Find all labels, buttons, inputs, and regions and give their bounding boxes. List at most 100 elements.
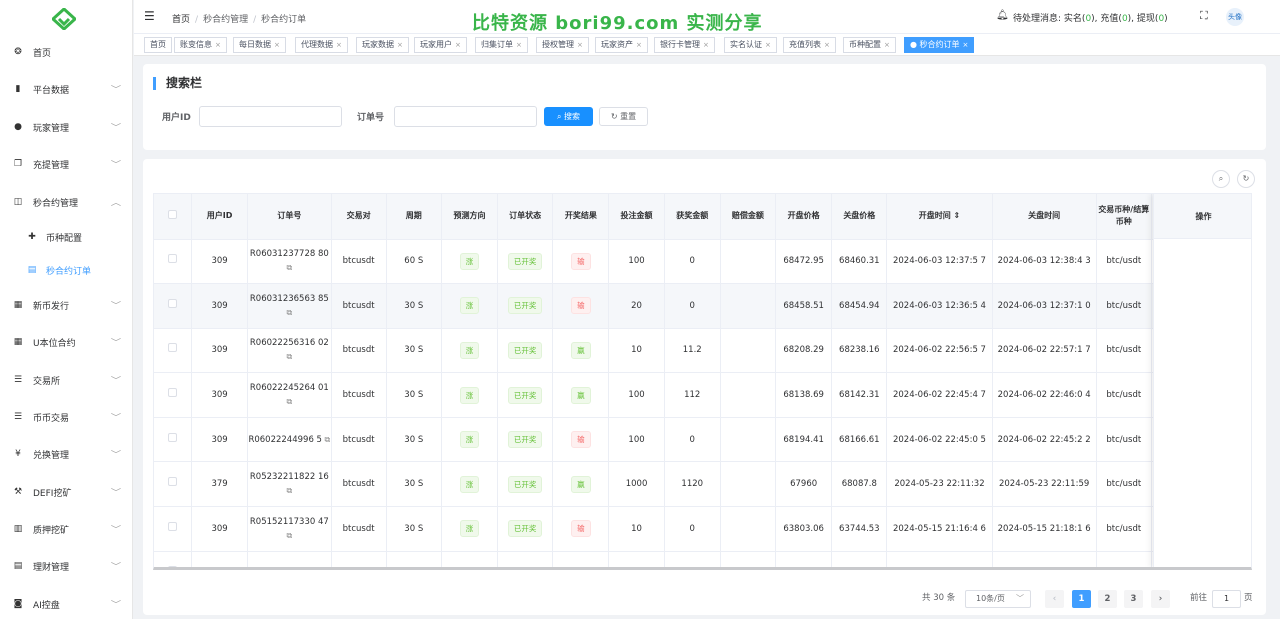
sidebar-item-10[interactable]: ☰ 币币交易 ﹀ bbox=[0, 403, 133, 431]
page-button-3[interactable]: 3 bbox=[1124, 590, 1143, 608]
tab-12[interactable]: 币种配置 × bbox=[843, 37, 896, 53]
column-header[interactable]: 开盘时间 ⇕ bbox=[886, 194, 993, 240]
copy-icon[interactable]: ⧉ bbox=[286, 486, 292, 495]
tab-6[interactable]: 归集订单 × bbox=[475, 37, 528, 53]
sidebar-item-14[interactable]: ▤ 理财管理 ﹀ bbox=[0, 552, 133, 580]
copy-icon[interactable]: ⧉ bbox=[286, 352, 292, 361]
notice-realname[interactable]: 实名(0), bbox=[1064, 14, 1098, 24]
goto-page-input[interactable]: 1 bbox=[1212, 590, 1241, 608]
sidebar-item-13[interactable]: ▥ 质押挖矿 ﹀ bbox=[0, 515, 133, 543]
notice-recharge[interactable]: 充值(0), bbox=[1100, 14, 1134, 24]
sidebar-item-2[interactable]: ● 玩家管理 ﹀ bbox=[0, 113, 133, 141]
close-icon[interactable]: × bbox=[215, 41, 221, 49]
tab-4[interactable]: 玩家数据 × bbox=[356, 37, 409, 53]
table-row[interactable]: 309 R06031237728 80 ⧉ btcusdt 60 S 涨已开奖输 100 0… bbox=[154, 239, 1251, 285]
tab-11[interactable]: 充值列表 × bbox=[783, 37, 836, 53]
row-checkbox[interactable] bbox=[167, 432, 177, 442]
table-row[interactable]: 379 R05232211822 16 ⧉ btcusdt 30 S 涨已开奖赢 1000… bbox=[154, 461, 1251, 508]
tab-0[interactable]: 首页 bbox=[144, 37, 172, 53]
row-checkbox[interactable] bbox=[167, 477, 177, 487]
cell-period: 30 S bbox=[386, 283, 442, 329]
robot-icon: ◙ bbox=[13, 599, 23, 609]
tab-10[interactable]: 实名认证 × bbox=[724, 37, 777, 53]
prev-page-button[interactable]: ‹ bbox=[1045, 590, 1064, 608]
sidebar-item-4[interactable]: ◫ 秒合约管理 ︿ bbox=[0, 188, 133, 216]
tab-7[interactable]: 授权管理 × bbox=[536, 37, 589, 53]
page-button-2[interactable]: 2 bbox=[1098, 590, 1117, 608]
sidebar-item-11[interactable]: ¥ 兑换管理 ﹀ bbox=[0, 440, 133, 468]
row-checkbox[interactable] bbox=[167, 566, 177, 567]
user-id-input[interactable] bbox=[199, 106, 342, 127]
sidebar-item-15[interactable]: ◙ AI控盘 ﹀ bbox=[0, 590, 133, 618]
close-icon[interactable]: × bbox=[455, 41, 461, 49]
sidebar-item-0[interactable]: ❂ 首页 bbox=[0, 38, 133, 66]
sidebar-item-9[interactable]: ☰ 交易所 ﹀ bbox=[0, 366, 133, 394]
table-row[interactable]: R05152117557 2024-05-15 21:16:02024-05-15… bbox=[154, 551, 1251, 567]
bell-icon[interactable]: 🔔︎ bbox=[996, 10, 1009, 21]
sidebar-item-1[interactable]: ▮ 平台数据 ﹀ bbox=[0, 75, 133, 103]
table-row[interactable]: 309 R06031236563 85 ⧉ btcusdt 30 S 涨已开奖输 20 0 6… bbox=[154, 283, 1251, 329]
cell-uid: 309 bbox=[191, 372, 249, 418]
tab-13[interactable]: ● 秒合约订单 × bbox=[904, 37, 975, 53]
breadcrumb-item[interactable]: 首页 bbox=[172, 15, 190, 25]
column-header bbox=[154, 194, 192, 240]
close-icon[interactable]: × bbox=[765, 41, 771, 49]
close-icon[interactable]: × bbox=[397, 41, 403, 49]
sidebar-item-3[interactable]: ❐ 充提管理 ﹀ bbox=[0, 150, 133, 178]
table-row[interactable]: 309 R06022256316 02 ⧉ btcusdt 30 S 涨已开奖赢 10 11… bbox=[154, 328, 1251, 374]
toggle-search-button[interactable]: ⌕ bbox=[1212, 170, 1230, 188]
select-all-checkbox[interactable] bbox=[167, 209, 177, 219]
close-icon[interactable]: × bbox=[516, 41, 522, 49]
close-icon[interactable]: × bbox=[577, 41, 583, 49]
avatar[interactable]: 头像 bbox=[1226, 8, 1244, 26]
cell-status: 已开奖 bbox=[497, 372, 554, 418]
close-icon[interactable]: × bbox=[884, 41, 890, 49]
breadcrumb-item[interactable]: 秒合约管理 bbox=[203, 15, 248, 25]
order-no-input[interactable] bbox=[394, 106, 537, 127]
menu-toggle-icon[interactable]: ☰ bbox=[144, 10, 155, 22]
copy-icon[interactable]: ⧉ bbox=[286, 263, 292, 272]
sidebar-item-8[interactable]: ▦ U本位合约 ﹀ bbox=[0, 328, 133, 356]
fullscreen-icon[interactable]: ⛶ bbox=[1200, 9, 1208, 23]
table-row[interactable]: 309 R06022245264 01 ⧉ btcusdt 30 S 涨已开奖赢 100 1… bbox=[154, 372, 1251, 418]
tab-9[interactable]: 银行卡管理 × bbox=[654, 37, 715, 53]
search-button[interactable]: ⌕ 搜索 bbox=[544, 107, 593, 126]
close-icon[interactable]: × bbox=[274, 41, 280, 49]
cell-open: 68138.69 bbox=[775, 372, 833, 418]
sidebar-item-5[interactable]: ✚ 币种配置 bbox=[0, 223, 133, 251]
copy-icon[interactable]: ⧉ bbox=[286, 397, 292, 406]
reset-button[interactable]: ↻ 重置 bbox=[599, 107, 648, 126]
row-checkbox-cell bbox=[154, 239, 192, 285]
close-icon[interactable]: × bbox=[963, 41, 969, 49]
sidebar-item-6[interactable]: ▤ 秒合约订单 bbox=[0, 256, 133, 284]
close-icon[interactable]: × bbox=[336, 41, 342, 49]
tab-2[interactable]: 每日数据 × bbox=[233, 37, 286, 53]
close-icon[interactable]: × bbox=[636, 41, 642, 49]
cell-status: 已开奖 bbox=[497, 239, 554, 285]
chevron-down-icon: ﹀ bbox=[110, 375, 122, 385]
table-row[interactable]: 309 R05152117330 47 ⧉ btcusdt 30 S 涨已开奖输 10 0 6… bbox=[154, 506, 1251, 552]
close-icon[interactable]: × bbox=[824, 41, 830, 49]
notice-withdraw[interactable]: 提现(0) bbox=[1137, 14, 1168, 24]
page-size-select[interactable]: 10条/页 ﹀ bbox=[965, 590, 1031, 608]
copy-icon[interactable]: ⧉ bbox=[322, 435, 330, 444]
table-row[interactable]: 309 R06022244996 5 ⧉ btcusdt 30 S 涨 已开奖 输 100 0 6… bbox=[154, 417, 1251, 463]
close-icon[interactable]: × bbox=[703, 41, 709, 49]
tab-3[interactable]: 代理数据 × bbox=[295, 37, 348, 53]
row-checkbox[interactable] bbox=[167, 388, 177, 398]
next-page-button[interactable]: › bbox=[1151, 590, 1170, 608]
row-checkbox[interactable] bbox=[167, 343, 177, 353]
sidebar-item-7[interactable]: ▦ 新币发行 ﹀ bbox=[0, 291, 133, 319]
tab-8[interactable]: 玩家资产 × bbox=[595, 37, 648, 53]
page-button-1[interactable]: 1 bbox=[1072, 590, 1091, 608]
row-checkbox[interactable] bbox=[167, 254, 177, 264]
sidebar-item-12[interactable]: ⚒ DEFI挖矿 ﹀ bbox=[0, 478, 133, 506]
row-checkbox[interactable] bbox=[167, 298, 177, 308]
refresh-button[interactable]: ↻ bbox=[1237, 170, 1255, 188]
copy-icon[interactable]: ⧉ bbox=[286, 531, 292, 540]
tab-1[interactable]: 账变信息 × bbox=[174, 37, 227, 53]
copy-icon[interactable]: ⧉ bbox=[286, 308, 292, 317]
tab-5[interactable]: 玩家用户 × bbox=[414, 37, 467, 53]
row-checkbox[interactable] bbox=[167, 521, 177, 531]
status-badge: 已开奖 bbox=[507, 431, 543, 449]
